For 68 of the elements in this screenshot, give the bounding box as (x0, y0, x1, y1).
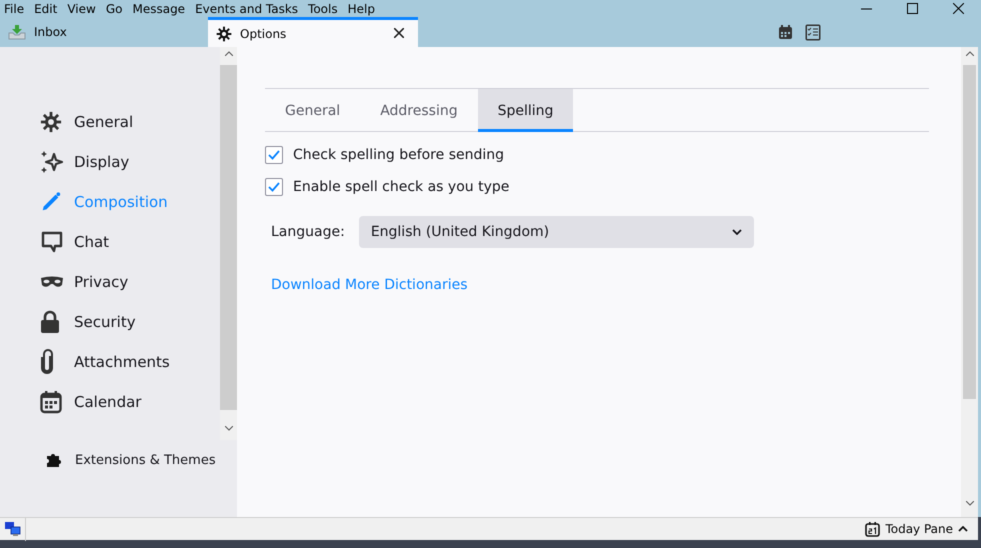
menu-item[interactable]: View (63, 2, 102, 16)
checkbox[interactable] (265, 178, 283, 196)
mask-icon (40, 275, 64, 289)
tab[interactable]: General (265, 89, 360, 132)
chat-icon (40, 230, 64, 254)
menu-item[interactable]: Message (128, 2, 192, 16)
sidebar-item[interactable]: Display (40, 142, 220, 182)
sidebar-item[interactable]: Calendar (40, 382, 220, 422)
sidebar-item[interactable]: Attachments (40, 342, 220, 382)
checkbox-label: Enable spell check as you type (293, 179, 510, 195)
inbox-download-icon (8, 24, 26, 40)
scroll-down-icon (224, 426, 232, 431)
task-list-icon[interactable] (805, 24, 821, 40)
calendar-icon[interactable] (778, 24, 793, 40)
language-dropdown[interactable]: English (United Kingdom) (358, 216, 754, 248)
sidebar-item-label: Security (74, 313, 136, 331)
sidebar-item[interactable]: Privacy (40, 262, 220, 302)
calendar-day-icon (865, 522, 880, 536)
tab[interactable]: Addressing (360, 89, 478, 132)
tab[interactable]: Inbox (0, 17, 208, 47)
menu-item[interactable]: Go (102, 2, 128, 16)
calendar-icon (40, 390, 62, 414)
pencil-icon (40, 191, 62, 213)
close-icon (952, 3, 964, 14)
sidebar-item-label: Composition (74, 193, 168, 211)
paperclip-icon (40, 349, 54, 375)
checkmark-icon (268, 182, 280, 192)
menu-item[interactable]: File (0, 2, 30, 16)
network-computers-icon[interactable] (4, 522, 20, 536)
puzzle-piece-icon (46, 452, 62, 468)
tab[interactable]: Spelling (478, 89, 574, 132)
sidebar-item[interactable]: General (40, 102, 220, 142)
scrollbar[interactable] (220, 47, 237, 440)
minimize-icon (860, 8, 872, 10)
sidebar-item-label: General (74, 113, 134, 131)
checkmark-icon (268, 150, 280, 160)
field-label: Language: (271, 224, 345, 240)
menu-item[interactable]: Events and Tasks (191, 2, 304, 16)
menu-item[interactable]: Edit (30, 2, 64, 16)
chevron-up-icon (958, 526, 968, 532)
sidebar-item-label: Chat (74, 233, 110, 251)
scroll-up-icon (224, 51, 232, 56)
scrollbar[interactable] (961, 47, 978, 517)
menu-item[interactable]: Help (344, 2, 381, 16)
checkbox-label: Check spelling before sending (293, 147, 504, 163)
checkbox[interactable] (265, 146, 283, 164)
sidebar-item-label: Calendar (74, 393, 142, 411)
sidebar-item[interactable]: Chat (40, 222, 220, 262)
tab-label: Options (240, 26, 286, 40)
sparkle-icon (40, 150, 64, 174)
maximize-icon (906, 3, 918, 14)
sidebar-item[interactable]: Extensions & Themes (0, 440, 237, 468)
sidebar-item-label: Privacy (74, 273, 128, 291)
scroll-down-icon (966, 501, 974, 506)
tab-label: Inbox (34, 25, 67, 39)
today-pane-button[interactable]: Today Pane (865, 522, 978, 536)
sidebar-item-label: Attachments (74, 353, 170, 371)
menu-item[interactable]: Tools (304, 2, 344, 16)
gear-icon (216, 26, 232, 42)
scroll-up-icon (966, 51, 974, 56)
tab[interactable]: Options (208, 17, 418, 47)
sidebar-item-label: Display (74, 153, 130, 171)
sidebar-item-label: Extensions & Themes (75, 452, 216, 468)
sidebar-item[interactable]: Security (40, 302, 220, 342)
chevron-down-icon (732, 229, 742, 235)
close-icon (394, 28, 404, 38)
lock-icon (40, 310, 60, 334)
gear-icon (40, 111, 62, 133)
